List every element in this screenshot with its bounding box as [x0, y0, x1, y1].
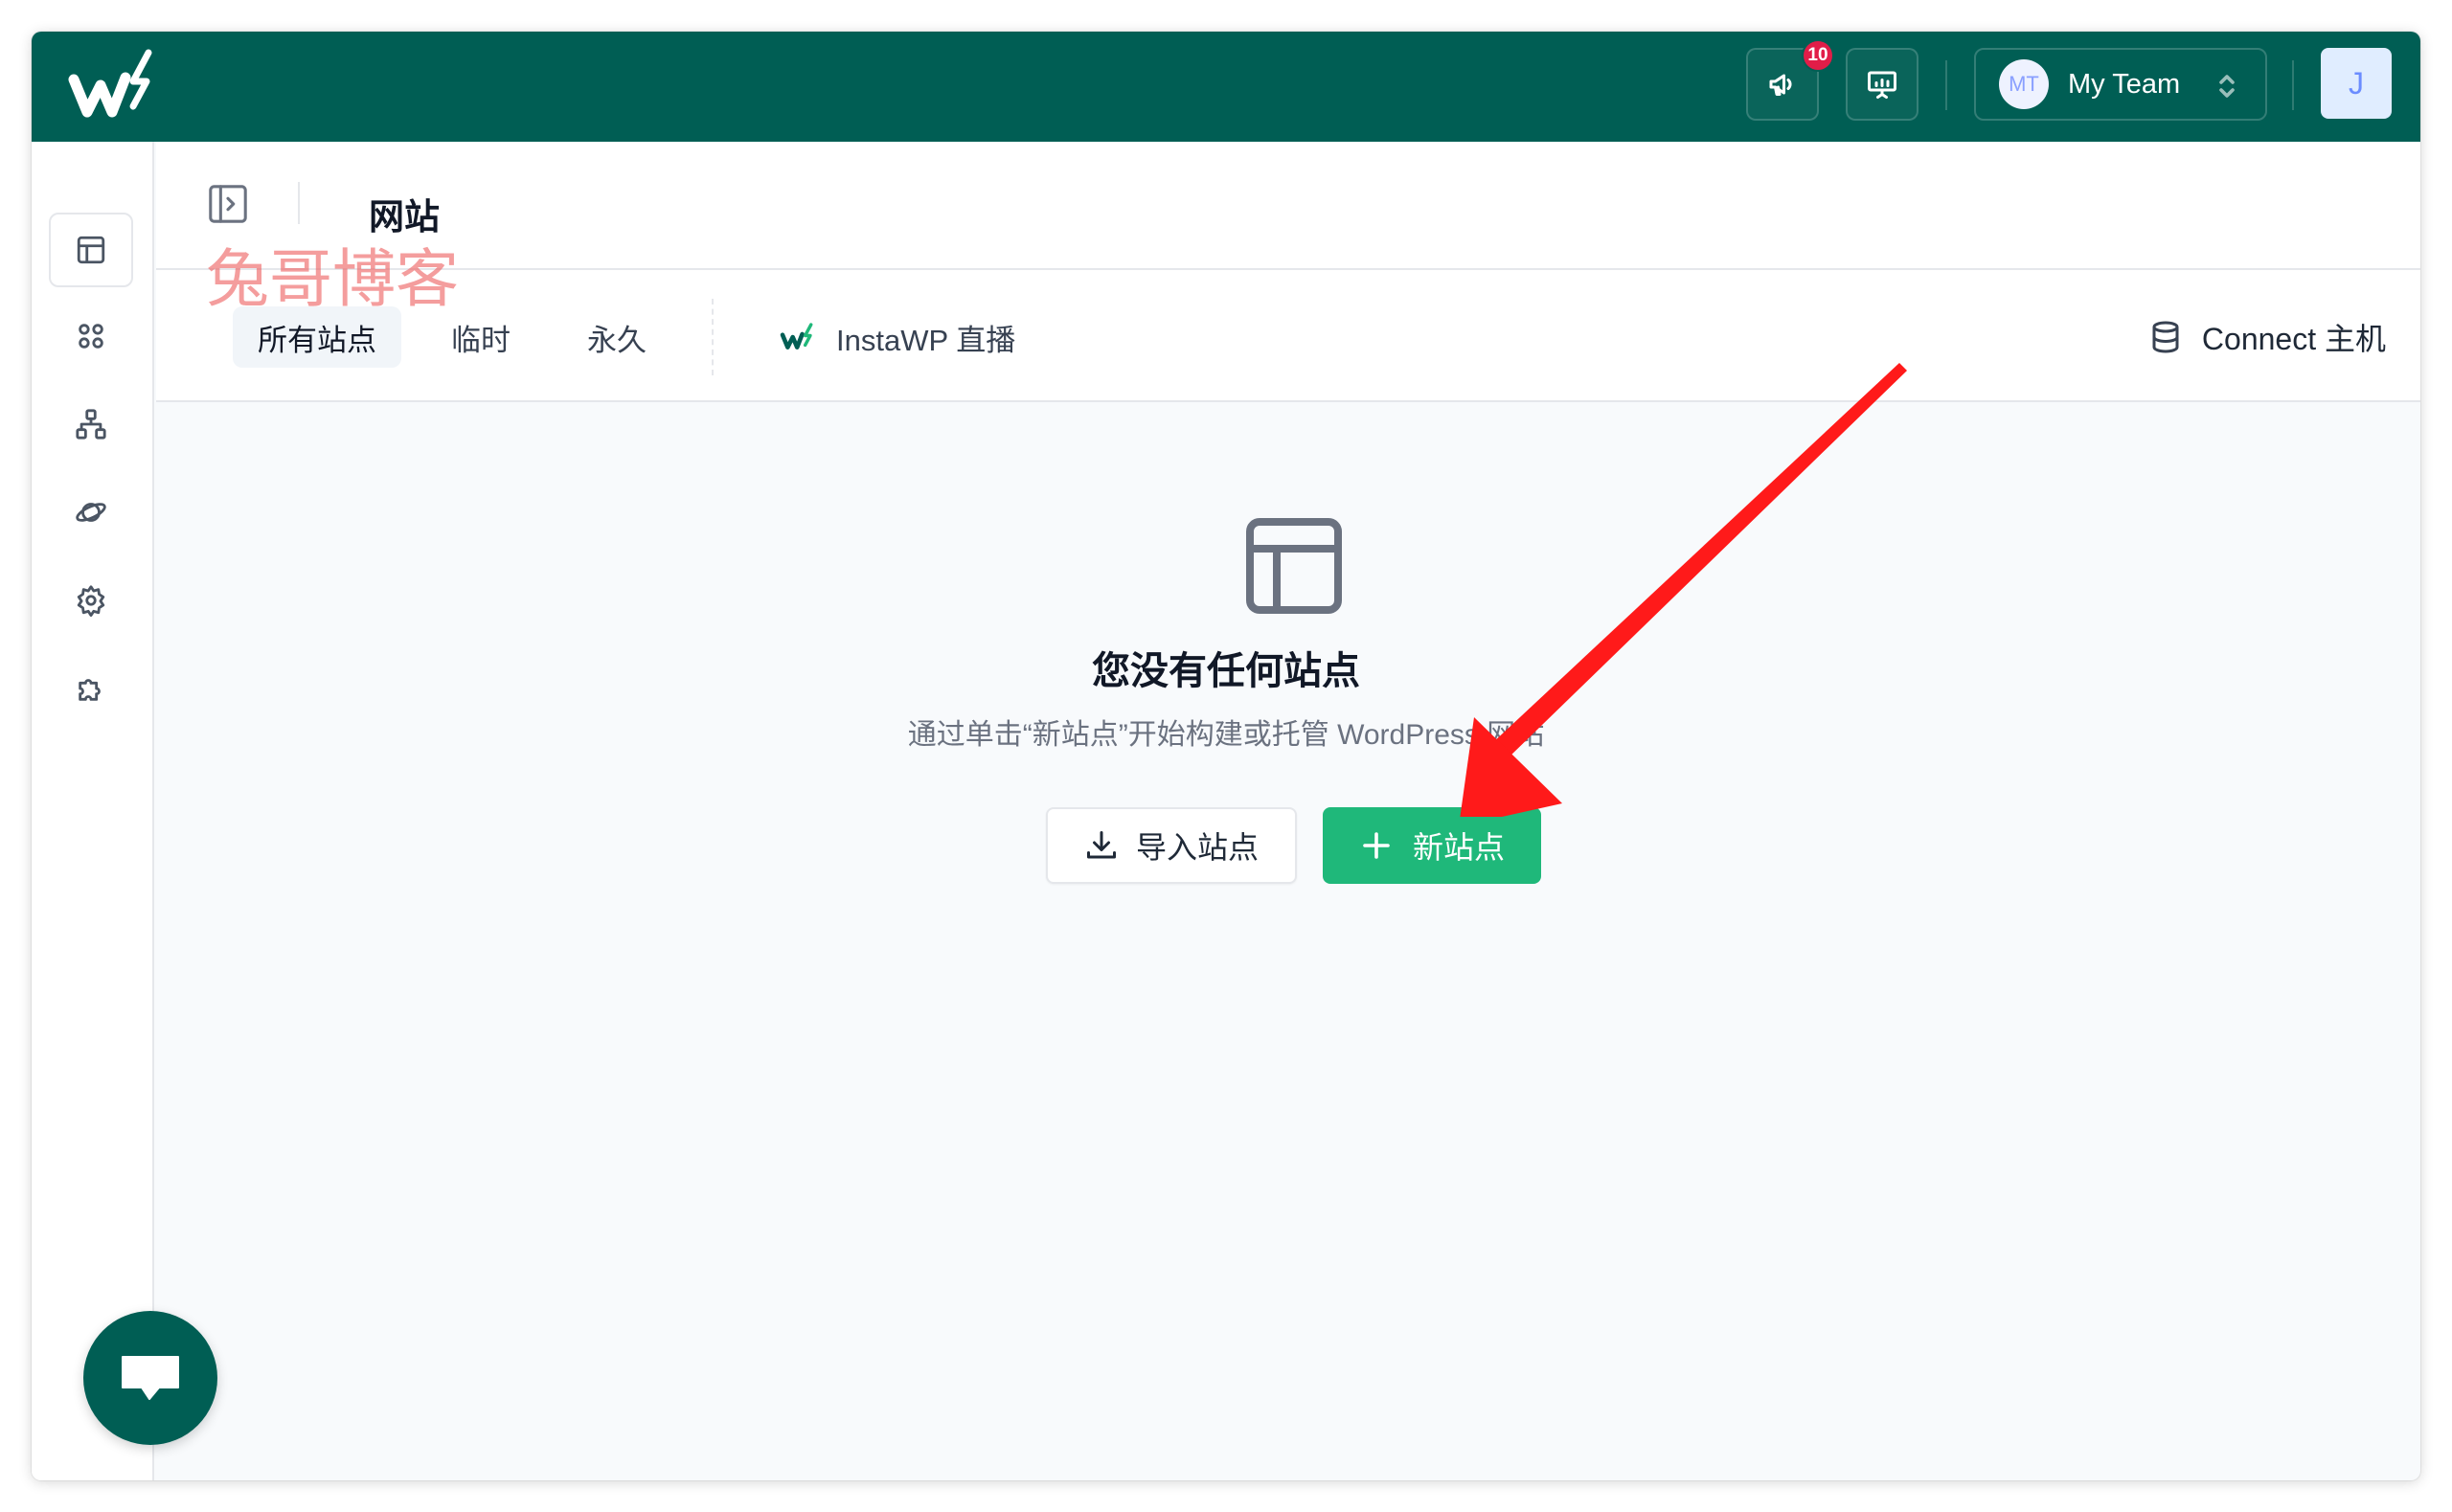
sidebar-toggle-icon[interactable] [206, 182, 250, 226]
sidebar-item-sites[interactable] [49, 213, 133, 287]
sidebar-item-hosting[interactable] [49, 475, 133, 550]
new-site-label: 新站点 [1412, 830, 1505, 865]
import-site-button[interactable]: 导入站点 [1046, 807, 1297, 884]
support-chat-button[interactable] [83, 1311, 217, 1445]
app-window: 10 MT My Team J 网站 兔哥博客 所有站点 临时 永久 Insta… [32, 32, 2420, 1480]
connect-host-label: Connect 主机 [2201, 322, 2386, 356]
settings-gear-icon [77, 585, 105, 617]
presentation-icon [1868, 71, 1896, 99]
megaphone-icon [1769, 74, 1792, 96]
instawp-tab-label: InstaWP 直播 [836, 323, 1016, 357]
team-name: My Team [2068, 68, 2181, 100]
empty-state-subtitle: 通过单击“新站点”开始构建或托管 WordPress 网站 [907, 719, 1545, 751]
watermark-text: 兔哥博客 [206, 242, 459, 316]
connect-host-button[interactable]: Connect 主机 [2148, 306, 2386, 368]
sidebar-item-settings[interactable] [49, 563, 133, 638]
topbar-divider [1945, 60, 1947, 110]
sites-icon [77, 236, 105, 264]
presentation-button[interactable] [1846, 48, 1918, 121]
new-site-button[interactable]: 新站点 [1323, 807, 1541, 884]
sidebar [32, 142, 217, 1480]
chevron-updown-icon [2219, 75, 2235, 98]
page-header: 网站 [156, 142, 2420, 270]
instawp-small-logo-icon [780, 323, 813, 350]
topbar-divider [2292, 60, 2294, 110]
download-icon [1086, 831, 1116, 859]
tab-divider [712, 299, 714, 375]
apps-grid-icon [79, 324, 103, 349]
top-bar: 10 MT My Team J [32, 32, 2420, 142]
sidebar-item-apps[interactable] [49, 299, 133, 373]
tab-instawp-live[interactable]: InstaWP 直播 [779, 306, 1015, 368]
sidebar-item-network[interactable] [49, 387, 133, 462]
plus-icon [1363, 832, 1390, 859]
network-icon [76, 409, 106, 440]
team-switcher[interactable]: MT My Team [1974, 48, 2267, 121]
database-icon [2152, 321, 2179, 353]
instawp-logo[interactable] [66, 45, 162, 125]
notification-badge: 10 [1802, 39, 1834, 72]
empty-state-title: 您没有任何站点 [1092, 650, 1360, 692]
header-divider [298, 182, 300, 224]
filter-tabbar: 所有站点 临时 永久 InstaWP 直播 Connect 主机 [156, 270, 2420, 402]
import-site-label: 导入站点 [1135, 830, 1259, 865]
chat-icon [122, 1356, 179, 1400]
tab-permanent[interactable]: 永久 [562, 306, 671, 368]
user-avatar[interactable]: J [2321, 48, 2392, 119]
empty-sites-icon [1246, 518, 1342, 614]
team-avatar: MT [1999, 59, 2049, 109]
planet-icon [76, 503, 106, 522]
